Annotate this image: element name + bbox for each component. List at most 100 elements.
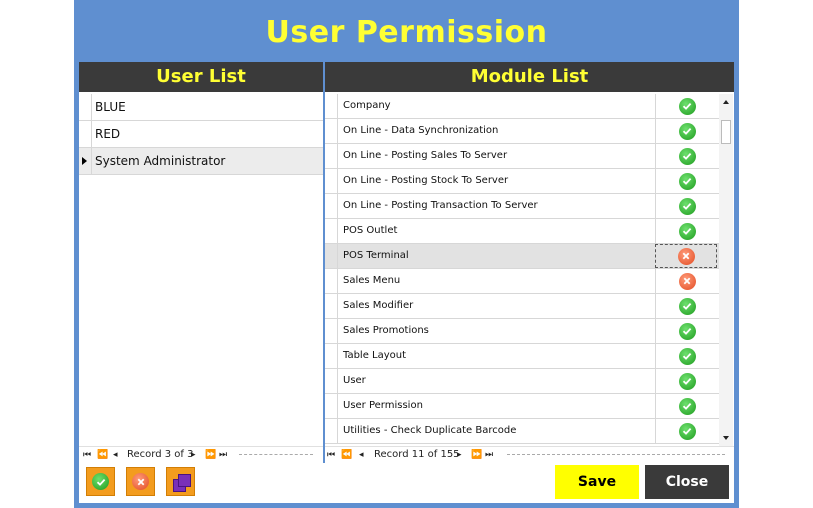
module-row[interactable]: Utilities - Check Duplicate Barcode — [325, 419, 719, 444]
module-row[interactable]: User — [325, 369, 719, 394]
module-record-text: Record 11 of 155 — [374, 449, 460, 460]
row-indicator — [325, 169, 338, 193]
row-indicator — [325, 344, 338, 368]
module-row[interactable]: Sales Menu — [325, 269, 719, 294]
permission-toggle[interactable] — [655, 94, 718, 118]
next-page-icon[interactable]: ⏩ — [471, 449, 482, 461]
row-indicator — [325, 294, 338, 318]
permission-toggle[interactable] — [655, 419, 718, 443]
module-name: User — [343, 375, 366, 386]
check-circle-icon — [678, 397, 696, 415]
row-indicator — [325, 319, 338, 343]
row-indicator — [325, 419, 338, 443]
check-circle-icon — [678, 372, 696, 390]
user-row[interactable]: System Administrator — [79, 148, 323, 175]
prev-record-icon[interactable]: ◂ — [359, 449, 364, 461]
check-circle-icon — [678, 122, 696, 140]
cross-circle-icon — [677, 247, 695, 265]
navigator-separator — [239, 454, 313, 455]
row-indicator — [325, 244, 338, 268]
row-indicator — [325, 269, 338, 293]
module-name: POS Outlet — [343, 225, 398, 236]
module-row[interactable]: On Line - Data Synchronization — [325, 119, 719, 144]
next-record-icon[interactable]: ▸ — [457, 449, 462, 461]
module-name: Sales Promotions — [343, 325, 429, 336]
check-circle-icon — [678, 147, 696, 165]
module-row[interactable]: POS Terminal — [325, 244, 719, 269]
cross-circle-icon — [678, 272, 696, 290]
user-list-rows: BLUE RED System Administrator — [79, 94, 323, 175]
copy-permission-icon — [172, 473, 191, 492]
module-row[interactable]: On Line - Posting Transaction To Server — [325, 194, 719, 219]
row-indicator — [79, 94, 92, 120]
save-button[interactable]: Save — [555, 465, 639, 499]
first-record-icon[interactable]: ⏮ — [327, 449, 335, 461]
row-indicator — [325, 119, 338, 143]
check-circle-icon — [678, 297, 696, 315]
module-row[interactable]: Company — [325, 94, 719, 119]
permission-toggle[interactable] — [655, 219, 718, 243]
module-name: On Line - Posting Stock To Server — [343, 175, 509, 186]
prev-record-icon[interactable]: ◂ — [113, 449, 118, 461]
user-permission-window: User Permission User List BLUE RED System … — [74, 0, 739, 508]
permission-toggle[interactable] — [655, 319, 718, 343]
user-row[interactable]: BLUE — [79, 94, 323, 121]
module-row[interactable]: Table Layout — [325, 344, 719, 369]
next-page-icon[interactable]: ⏩ — [205, 449, 216, 461]
permission-toggle[interactable] — [655, 394, 718, 418]
module-list-scrollbar[interactable] — [719, 94, 733, 446]
row-indicator — [325, 394, 338, 418]
module-name: Sales Modifier — [343, 300, 414, 311]
check-circle-icon — [678, 422, 696, 440]
last-record-icon[interactable]: ⏭ — [485, 449, 493, 461]
uncheck-all-button[interactable] — [126, 467, 155, 496]
module-row[interactable]: User Permission — [325, 394, 719, 419]
row-indicator — [79, 121, 92, 147]
scroll-down-icon[interactable] — [723, 436, 729, 440]
permission-toggle[interactable] — [655, 169, 718, 193]
user-name: RED — [95, 127, 121, 141]
prev-page-icon[interactable]: ⏪ — [341, 449, 352, 461]
module-row[interactable]: On Line - Posting Sales To Server — [325, 144, 719, 169]
close-button[interactable]: Close — [645, 465, 729, 499]
first-record-icon[interactable]: ⏮ — [83, 449, 91, 461]
scrollbar-thumb[interactable] — [721, 120, 731, 144]
permission-toggle[interactable] — [655, 244, 717, 268]
check-circle-icon — [678, 97, 696, 115]
user-row[interactable]: RED — [79, 121, 323, 148]
last-record-icon[interactable]: ⏭ — [219, 449, 227, 461]
permission-toggle[interactable] — [655, 344, 718, 368]
uncheck-all-icon — [132, 473, 149, 490]
module-row[interactable]: Sales Promotions — [325, 319, 719, 344]
window-title: User Permission — [265, 15, 548, 50]
current-row-icon — [82, 157, 87, 165]
permission-toggle[interactable] — [655, 194, 718, 218]
check-circle-icon — [678, 222, 696, 240]
module-list-panel: Module List Company On Line - Data Synchr… — [325, 62, 734, 463]
row-indicator — [325, 369, 338, 393]
module-row[interactable]: Sales Modifier — [325, 294, 719, 319]
permission-toggle[interactable] — [655, 269, 718, 293]
next-record-icon[interactable]: ▸ — [191, 449, 196, 461]
permission-toggle[interactable] — [655, 369, 718, 393]
permission-toggle[interactable] — [655, 294, 718, 318]
permission-toggle[interactable] — [655, 119, 718, 143]
permission-toggle[interactable] — [655, 144, 718, 168]
module-name: Utilities - Check Duplicate Barcode — [343, 425, 517, 436]
bottom-toolbar: Save Close — [79, 463, 734, 503]
user-list-header: User List — [79, 62, 323, 92]
copy-permission-button[interactable] — [166, 467, 195, 496]
module-name: Company — [343, 100, 391, 111]
module-row[interactable]: POS Outlet — [325, 219, 719, 244]
module-name: POS Terminal — [343, 250, 409, 261]
user-list-panel: User List BLUE RED System Administrator ⏮ … — [79, 62, 323, 463]
module-name: On Line - Data Synchronization — [343, 125, 499, 136]
check-circle-icon — [678, 172, 696, 190]
row-indicator — [325, 94, 338, 118]
scroll-up-icon[interactable] — [723, 100, 729, 104]
prev-page-icon[interactable]: ⏪ — [97, 449, 108, 461]
check-circle-icon — [678, 347, 696, 365]
check-all-button[interactable] — [86, 467, 115, 496]
row-indicator — [325, 144, 338, 168]
module-row[interactable]: On Line - Posting Stock To Server — [325, 169, 719, 194]
